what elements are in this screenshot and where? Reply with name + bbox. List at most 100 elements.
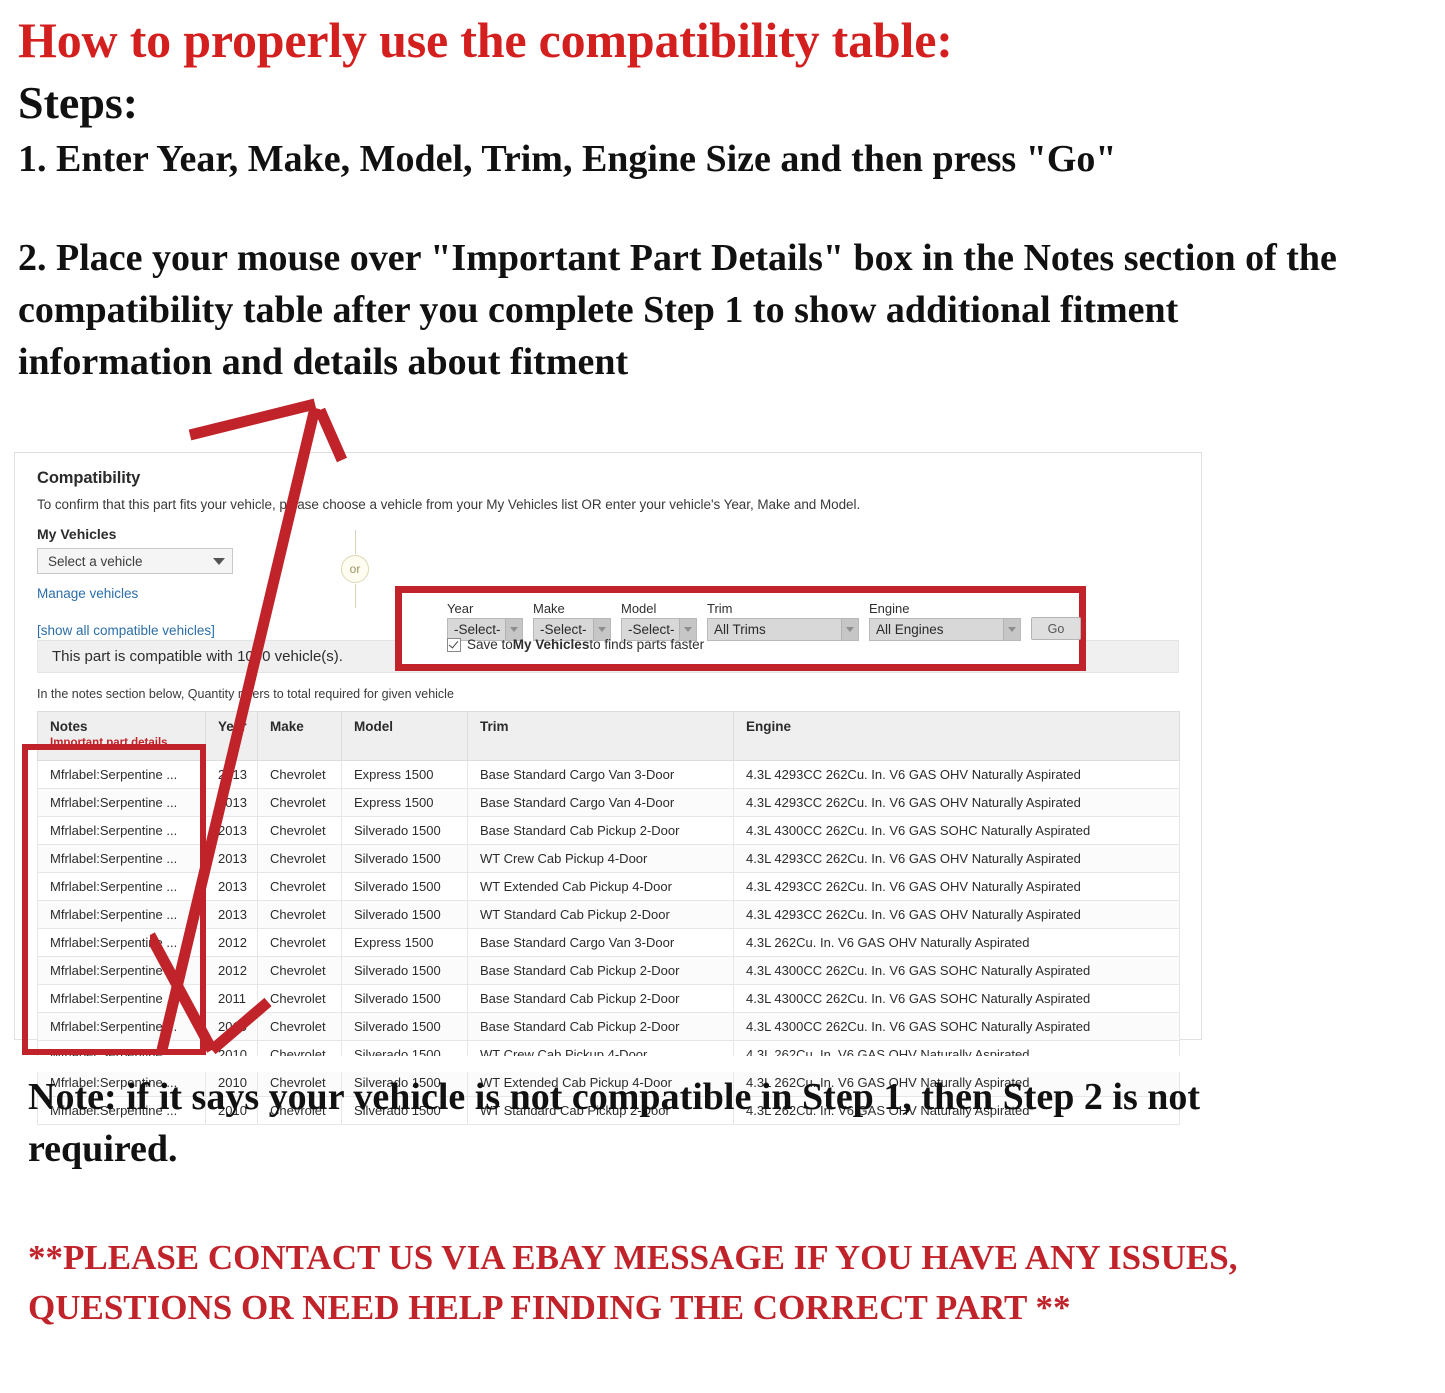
cell-model: Silverado 1500 [341,816,468,845]
vehicle-select-dropdown[interactable]: Select a vehicle [37,548,233,574]
vehicle-select-value: Select a vehicle [48,553,143,569]
table-row[interactable]: Mfrlabel:Serpentine ... 2013 Chevrolet Silv… [37,872,1180,901]
cell-trim: Base Standard Cab Pickup 2-Door [467,984,734,1013]
trim-select[interactable]: All Trims [707,618,859,641]
cell-engine: 4.3L 4300CC 262Cu. In. V6 GAS SOHC Natur… [733,956,1180,985]
model-field: Model -Select- [621,601,697,641]
cell-notes: Mfrlabel:Serpentine ... [37,956,206,985]
show-all-compatible-vehicles-link[interactable]: [show all compatible vehicles] [37,623,287,638]
save-prefix-text: Save to [467,637,513,652]
table-row[interactable]: Mfrlabel:Serpentine ... 2012 Chevrolet Silv… [37,956,1180,985]
cell-trim: Base Standard Cab Pickup 2-Door [467,1012,734,1041]
save-vehicle-checkbox[interactable] [447,637,461,652]
cell-engine: 4.3L 4293CC 262Cu. In. V6 GAS OHV Natura… [733,788,1180,817]
cell-year: 2013 [205,900,258,929]
cell-trim: WT Standard Cab Pickup 2-Door [467,900,734,929]
notes-quantity-hint: In the notes section below, Quantity ref… [37,687,454,701]
table-row[interactable]: Mfrlabel:Serpentine ... 2013 Chevrolet Expr… [37,760,1180,789]
column-header-trim: Trim [467,711,734,761]
trim-value: All Trims [714,622,766,637]
cell-year: 2013 [205,844,258,873]
column-header-make: Make [257,711,342,761]
or-line-top [354,530,356,554]
manage-vehicles-link[interactable]: Manage vehicles [37,586,287,601]
cell-make: Chevrolet [257,788,342,817]
chevron-down-icon [213,557,225,565]
column-header-notes: Notes Important part details [37,711,206,761]
table-row[interactable]: Mfrlabel:Serpentine ... 2013 Chevrolet Silv… [37,844,1180,873]
save-to-my-vehicles-row[interactable]: Save to My Vehicles to finds parts faste… [447,637,704,652]
trim-label: Trim [707,601,733,616]
cell-make: Chevrolet [257,984,342,1013]
year-value: -Select- [454,622,501,637]
steps-label: Steps: [18,77,139,128]
model-value: -Select- [628,622,675,637]
cell-model: Silverado 1500 [341,956,468,985]
table-row[interactable]: Mfrlabel:Serpentine ... 2013 Chevrolet Silv… [37,816,1180,845]
go-button[interactable]: Go [1031,617,1081,640]
cell-year: 2012 [205,928,258,957]
make-label: Make [533,601,565,616]
or-badge: or [341,555,369,583]
not-required-note: Note: if it says your vehicle is not com… [28,1076,1201,1170]
page-title: How to properly use the compatibility ta… [18,12,953,68]
vehicle-finder-form: Year -Select- Make -Select- Model -Selec… [447,601,1081,641]
column-header-year: Year [205,711,258,761]
cell-trim: Base Standard Cargo Van 3-Door [467,760,734,789]
column-header-engine: Engine [733,711,1180,761]
engine-label: Engine [869,601,910,616]
cell-engine: 4.3L 4300CC 262Cu. In. V6 GAS SOHC Natur… [733,1012,1180,1041]
step-2-text: 2. Place your mouse over "Important Part… [18,237,1337,383]
cell-year: 2010 [205,1012,258,1041]
cell-year: 2011 [205,984,258,1013]
cell-make: Chevrolet [257,956,342,985]
cell-notes: Mfrlabel:Serpentine ... [37,844,206,873]
compatibility-subtitle: To confirm that this part fits your vehi… [37,497,861,512]
cell-engine: 4.3L 4293CC 262Cu. In. V6 GAS OHV Natura… [733,872,1180,901]
cell-engine: 4.3L 4300CC 262Cu. In. V6 GAS SOHC Natur… [733,984,1180,1013]
cell-model: Express 1500 [341,760,468,789]
engine-select[interactable]: All Engines [869,618,1021,641]
cell-notes: Mfrlabel:Serpentine ... [37,788,206,817]
column-header-model: Model [341,711,468,761]
table-row[interactable]: Mfrlabel:Serpentine ... 2012 Chevrolet Expr… [37,928,1180,957]
or-divider: or [335,530,375,608]
cell-year: 2013 [205,816,258,845]
table-row[interactable]: Mfrlabel:Serpentine ... 2013 Chevrolet Silv… [37,900,1180,929]
my-vehicles-label: My Vehicles [37,526,117,542]
table-row[interactable]: Mfrlabel:Serpentine ... 2010 Chevrolet Silv… [37,1012,1180,1041]
cell-make: Chevrolet [257,1012,342,1041]
cell-make: Chevrolet [257,816,342,845]
table-row[interactable]: Mfrlabel:Serpentine ... 2011 Chevrolet Silv… [37,984,1180,1013]
cell-engine: 4.3L 4300CC 262Cu. In. V6 GAS SOHC Natur… [733,816,1180,845]
bottom-notes-block: Note: if it says your vehicle is not com… [28,1072,1388,1333]
cell-make: Chevrolet [257,928,342,957]
table-row[interactable]: Mfrlabel:Serpentine ... 2013 Chevrolet Expr… [37,788,1180,817]
cell-model: Silverado 1500 [341,984,468,1013]
cell-make: Chevrolet [257,900,342,929]
cell-trim: Base Standard Cargo Van 3-Door [467,928,734,957]
my-vehicles-column: My Vehicles Select a vehicle Manage vehi… [37,526,287,638]
cell-make: Chevrolet [257,760,342,789]
model-label: Model [621,601,657,616]
cell-engine: 4.3L 262Cu. In. V6 GAS OHV Naturally Asp… [733,928,1180,957]
cell-model: Silverado 1500 [341,900,468,929]
engine-value: All Engines [876,622,944,637]
cell-notes: Mfrlabel:Serpentine ... [37,984,206,1013]
cell-engine: 4.3L 4293CC 262Cu. In. V6 GAS OHV Natura… [733,900,1180,929]
vehicle-finder-highlight-box: Year -Select- Make -Select- Model -Selec… [395,586,1086,671]
cell-trim: WT Crew Cab Pickup 4-Door [467,844,734,873]
year-label: Year [447,601,474,616]
compatibility-heading: Compatibility [37,469,141,487]
save-strong-text: My Vehicles [512,637,590,652]
cell-engine: 4.3L 4293CC 262Cu. In. V6 GAS OHV Natura… [733,760,1180,789]
chevron-down-icon [841,619,858,640]
cell-model: Silverado 1500 [341,844,468,873]
save-suffix-text: to finds parts faster [589,637,705,652]
compatibility-panel: Compatibility To confirm that this part … [14,452,1202,1125]
table-bottom-mask [15,1056,1201,1072]
cell-notes: Mfrlabel:Serpentine ... [37,760,206,789]
make-field: Make -Select- [533,601,611,641]
cell-year: 2013 [205,788,258,817]
vehicle-chooser: My Vehicles Select a vehicle Manage vehi… [37,526,1179,671]
